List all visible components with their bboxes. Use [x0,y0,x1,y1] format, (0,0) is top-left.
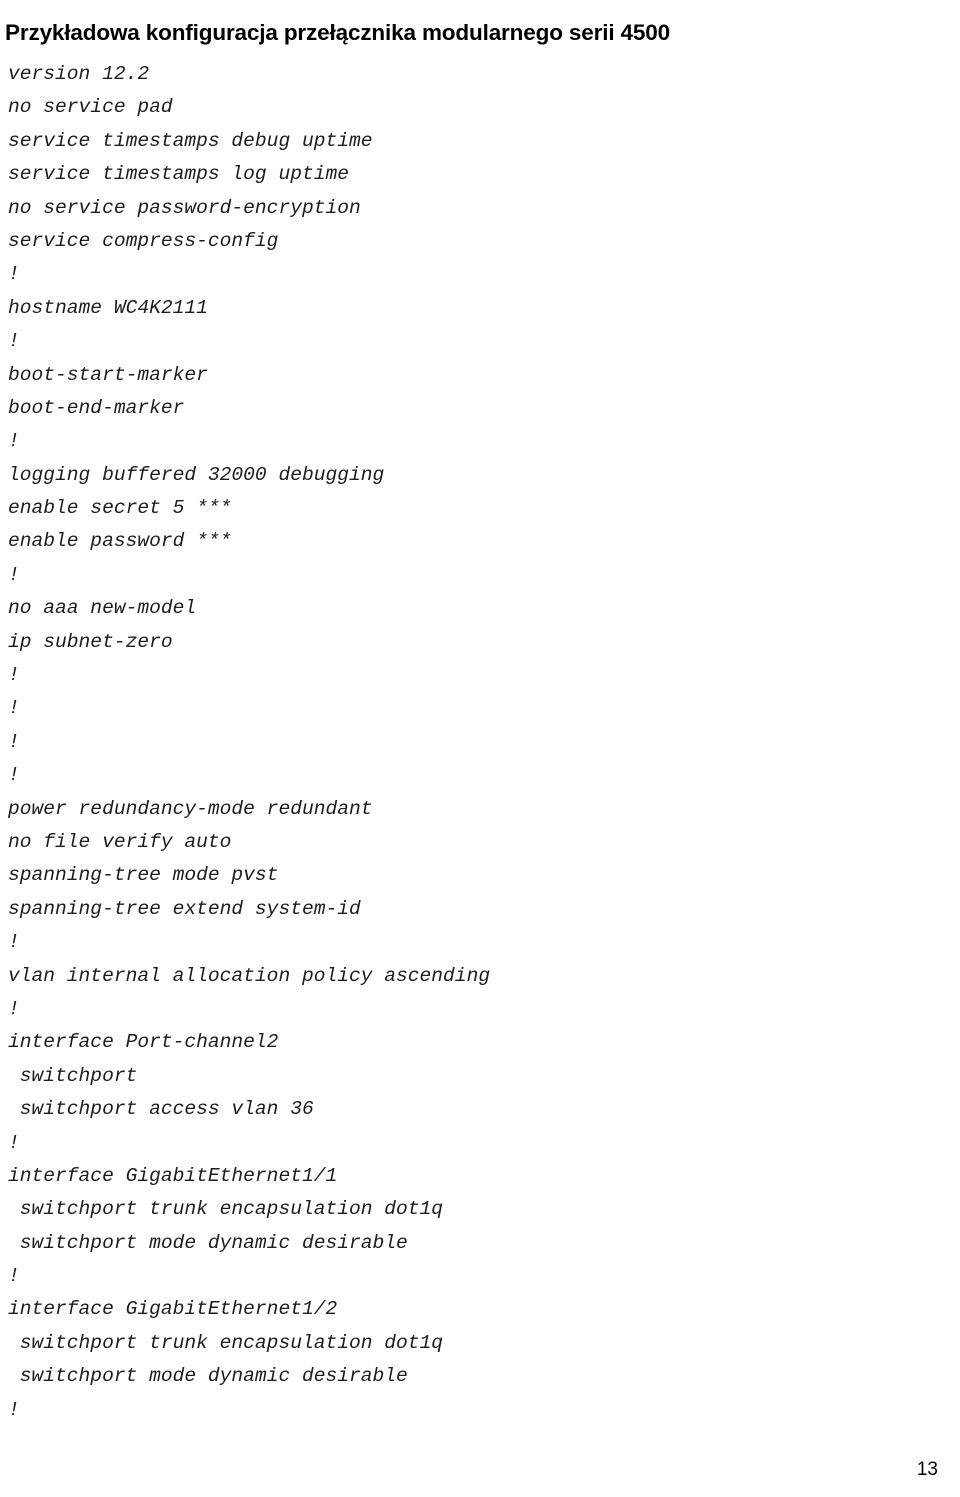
code-line: ! [8,263,20,286]
code-line: ! [8,697,20,720]
code-line: ! [8,330,20,353]
code-line: boot-start-marker [8,363,208,386]
code-line: spanning-tree extend system-id [8,897,361,920]
code-line: switchport mode dynamic desirable [8,1365,408,1388]
code-line: ip subnet-zero [8,630,173,653]
code-line: hostname WC4K2111 [8,296,208,319]
code-line: no file verify auto [8,830,232,853]
code-line: boot-end-marker [8,396,185,419]
code-line: service compress-config [8,229,279,252]
code-line: enable password *** [8,530,232,553]
code-line: interface Port-channel2 [8,1031,279,1054]
code-line: no service password-encryption [8,196,361,219]
code-line: ! [8,764,20,787]
code-line: version 12.2 [8,63,150,85]
code-line: power redundancy-mode redundant [8,797,373,820]
code-line: no service pad [8,96,173,119]
code-line: ! [8,563,20,586]
code-line: ! [8,730,20,753]
config-code-listing: version 12.2 no service pad service timest… [8,58,948,1427]
code-line: no aaa new-model [8,597,197,620]
code-line: switchport mode dynamic desirable [8,1231,408,1254]
code-line: switchport access vlan 36 [8,1098,314,1121]
code-line: spanning-tree mode pvst [8,864,279,887]
code-line: interface GigabitEthernet1/1 [8,1164,338,1187]
code-line: ! [8,430,20,453]
code-line: ! [8,1131,20,1154]
code-line: ! [8,931,20,954]
code-line: switchport [8,1064,138,1087]
page-title: Przykładowa konfiguracja przełącznika mo… [5,20,671,46]
code-line: ! [8,1265,20,1288]
document-page: Przykładowa konfiguracja przełącznika mo… [0,0,960,1497]
code-line: ! [8,664,20,687]
code-line: vlan internal allocation policy ascendin… [8,964,491,987]
code-line: ! [8,1398,20,1421]
code-line: interface GigabitEthernet1/2 [8,1298,338,1321]
code-line: enable secret 5 *** [8,497,232,520]
page-number: 13 [916,1459,938,1480]
code-line: service timestamps debug uptime [8,129,373,152]
code-line: logging buffered 32000 debugging [8,463,385,486]
code-line: switchport trunk encapsulation dot1q [8,1198,444,1221]
code-line: ! [8,997,20,1020]
code-line: switchport trunk encapsulation dot1q [8,1331,444,1354]
code-line: service timestamps log uptime [8,163,349,186]
